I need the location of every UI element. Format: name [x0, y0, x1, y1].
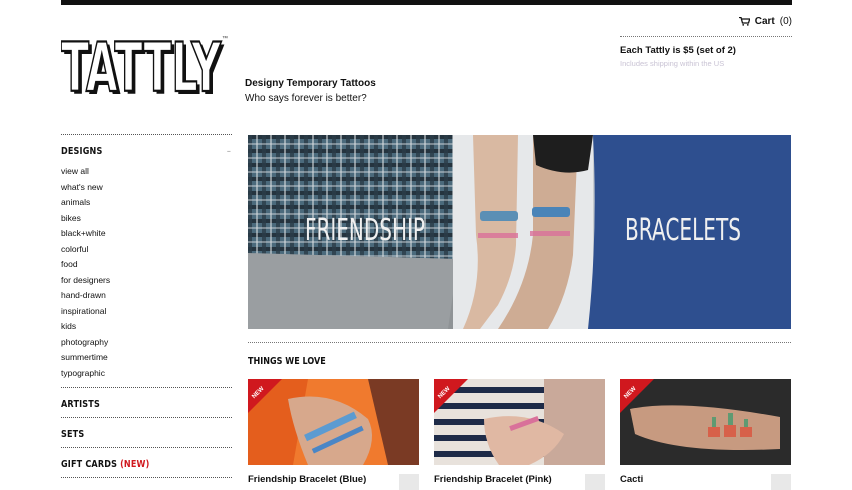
sets-link[interactable]: SETS [61, 418, 231, 447]
svg-text:TATTLY: TATTLY [61, 36, 222, 102]
hero-banner[interactable]: FRIENDSHIP BRACELETS [248, 135, 791, 329]
designs-heading[interactable]: DESIGNS – [61, 135, 231, 164]
product-name[interactable]: Friendship Bracelet (Blue) [248, 474, 419, 485]
design-link[interactable]: for designers [61, 273, 232, 289]
hero-word-bracelets: BRACELETS [625, 213, 741, 248]
design-link[interactable]: summertime [61, 350, 232, 366]
pricing-info: Each Tattly is $5 (set of 2) Includes sh… [620, 36, 792, 68]
design-link[interactable]: kids [61, 319, 232, 335]
cart-count: (0) [779, 16, 792, 27]
design-link[interactable]: black+white [61, 226, 232, 242]
section-divider [248, 342, 791, 343]
new-badge: (NEW) [120, 459, 150, 470]
price-text: Each Tattly is $5 (set of 2) [620, 45, 736, 56]
designs-title: DESIGNS [61, 146, 103, 157]
new-ribbon-icon: NEW [248, 379, 282, 413]
sidebar-nav: DESIGNS – view all what's new animals bikes… [61, 134, 232, 478]
new-ribbon-icon: NEW [620, 379, 654, 413]
cart-label: Cart [754, 16, 775, 27]
design-link[interactable]: bikes [61, 211, 232, 227]
tagline-title: Designy Temporary Tattoos [245, 78, 376, 89]
product-card[interactable]: NEW Friendship Bracelet (Pink) [434, 379, 605, 490]
tattly-logo[interactable]: TATTLY TATTLY [61, 36, 231, 102]
product-card[interactable]: NEW Cacti [620, 379, 791, 490]
design-link[interactable]: colorful [61, 242, 232, 258]
gift-cards-section: GIFT CARDS (NEW) [61, 447, 232, 477]
cart-icon [738, 17, 750, 26]
tagline: Designy Temporary Tattoos Who says forev… [245, 76, 376, 106]
hero-word-friendship: FRIENDSHIP [305, 213, 425, 248]
new-ribbon-icon: NEW [434, 379, 468, 413]
top-bar [61, 0, 792, 5]
design-link[interactable]: what's new [61, 180, 232, 196]
artists-title: ARTISTS [61, 399, 100, 410]
design-link[interactable]: hand-drawn [61, 288, 232, 304]
shipping-text: Includes shipping within the US [620, 59, 725, 68]
product-image[interactable]: NEW [620, 379, 791, 465]
collapse-icon[interactable]: – [227, 146, 231, 157]
artists-link[interactable]: ARTISTS [61, 388, 231, 417]
design-link[interactable]: food [61, 257, 232, 273]
gift-cards-title: GIFT CARDS [61, 459, 118, 470]
product-image[interactable]: NEW [434, 379, 605, 465]
designs-section: DESIGNS – view all what's new animals bikes… [61, 134, 232, 387]
hero-image: FRIENDSHIP BRACELETS [248, 135, 791, 329]
product-image[interactable]: NEW [248, 379, 419, 465]
product-name[interactable]: Friendship Bracelet (Pink) [434, 474, 605, 485]
design-link[interactable]: animals [61, 195, 232, 211]
design-link[interactable]: photography [61, 335, 232, 351]
sets-section: SETS [61, 417, 232, 447]
trademark-symbol: ™ [222, 36, 228, 42]
design-link[interactable]: inspirational [61, 304, 232, 320]
sets-title: SETS [61, 429, 85, 440]
design-link[interactable]: typographic [61, 366, 232, 382]
artists-section: ARTISTS [61, 387, 232, 417]
things-we-love-title: THINGS WE LOVE [248, 356, 326, 367]
product-name[interactable]: Cacti [620, 474, 791, 485]
sidebar-bottom-divider [61, 477, 232, 478]
product-card[interactable]: NEW Friendship Bracelet (Blue) [248, 379, 419, 490]
design-link[interactable]: view all [61, 164, 232, 180]
gift-cards-link[interactable]: GIFT CARDS (NEW) [61, 448, 231, 477]
designs-list: view all what's new animals bikes black+whit… [61, 164, 232, 387]
tagline-subtitle: Who says forever is better? [245, 93, 367, 104]
cart-link[interactable]: Cart (0) [738, 16, 792, 27]
